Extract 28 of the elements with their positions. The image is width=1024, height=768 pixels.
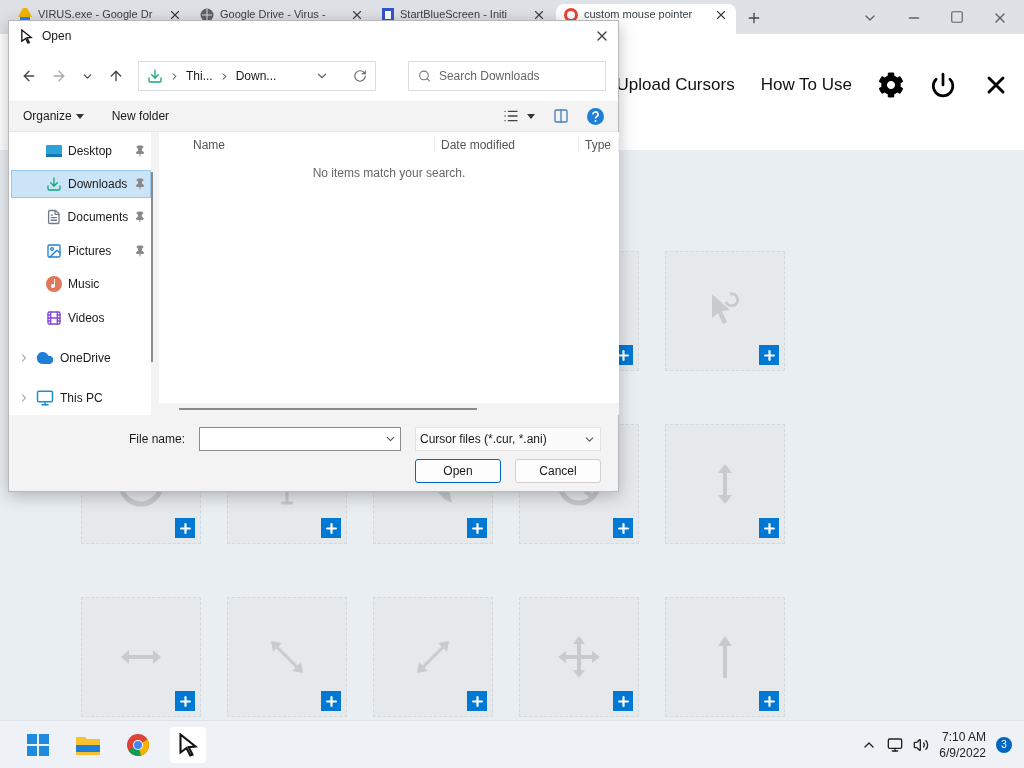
sidebar-item[interactable]: Documents [11,203,151,232]
sidebar-item[interactable]: OneDrive [11,344,151,372]
dialog-button[interactable]: Cancel [515,459,601,483]
address-bar[interactable]: Thi... Down... [138,61,376,91]
clock[interactable]: 7:10 AM 6/9/2022 [939,728,986,761]
date-text: 6/9/2022 [939,744,986,761]
search-field[interactable]: Search Downloads [407,61,606,91]
sidebar-item[interactable]: This PC [11,384,151,412]
column-header[interactable]: Name [159,138,435,152]
sidebar-item[interactable]: Downloads [11,170,151,198]
sidebar-item[interactable]: Videos [11,303,151,332]
breadcrumb[interactable]: Down... [235,69,277,83]
time-text: 7:10 AM [941,728,986,745]
command-button[interactable]: Organize [23,109,84,123]
column-header[interactable]: Date modified [435,138,579,152]
column-header[interactable]: Type [579,138,619,152]
sidebar-item[interactable]: Pictures [11,237,151,265]
sidebar-item[interactable]: Desktop [11,137,151,165]
notification-badge[interactable]: 3 [996,736,1012,753]
file-name-label: File name: [128,432,185,446]
file-type-select[interactable]: Cursor files (*.cur, *.ani) [415,427,601,451]
dialog-button[interactable]: Open [415,459,501,483]
sidebar-item[interactable]: Music [11,270,151,298]
nav-link[interactable]: How To Use [760,75,852,95]
breadcrumb[interactable]: Thi... [186,69,213,83]
empty-message: No items match your search. [312,166,466,180]
command-button[interactable]: New folder [111,109,170,123]
dialog-title: Open [42,29,73,43]
